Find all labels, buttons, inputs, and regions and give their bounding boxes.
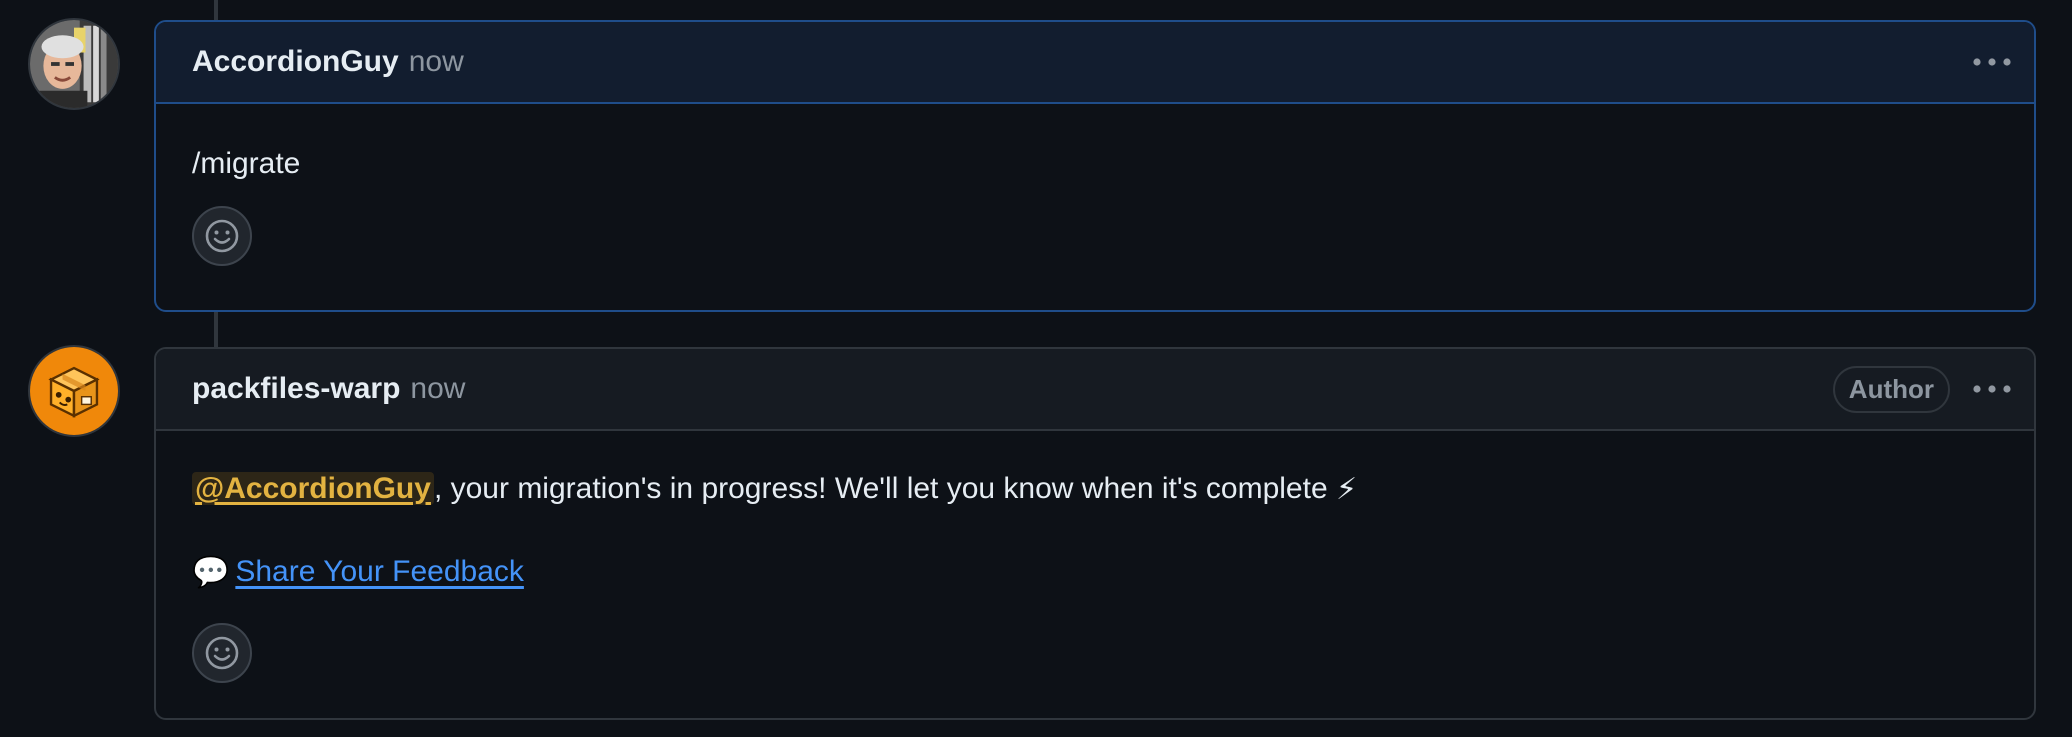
comment-body: @AccordionGuy, your migration's in progr…	[156, 469, 2034, 684]
smiley-icon	[205, 219, 239, 253]
comment-card-accordionguy: AccordionGuy now /migrate	[154, 20, 2036, 312]
comment-header: AccordionGuy now	[156, 22, 2034, 104]
timeline: AccordionGuy now /migrate packfiles-warp…	[0, 0, 2072, 737]
more-options-button[interactable]	[1968, 42, 2016, 82]
header-actions	[1968, 22, 2016, 102]
add-reaction-button[interactable]	[192, 206, 252, 266]
kebab-horizontal-icon	[1973, 385, 2011, 393]
user-photo-avatar-icon	[30, 20, 118, 108]
comment-message: @AccordionGuy, your migration's in progr…	[192, 469, 1998, 510]
bot-avatar[interactable]	[28, 345, 120, 437]
feedback-line: 💬 Share Your Feedback	[192, 552, 1998, 593]
comment-timestamp[interactable]: now	[409, 45, 464, 79]
comment-card-packfiles-warp: packfiles-warp now Author @AccordionGuy,…	[154, 347, 2036, 720]
comment-body: /migrate	[156, 144, 2034, 266]
more-options-button[interactable]	[1968, 369, 2016, 409]
speech-bubble-emoji: 💬	[192, 556, 230, 590]
timeline-connector-top	[214, 0, 218, 20]
user-mention[interactable]: @AccordionGuy	[192, 472, 434, 505]
comment-timestamp[interactable]: now	[410, 372, 465, 406]
comment-header: packfiles-warp now Author	[156, 349, 2034, 431]
timeline-connector-middle	[214, 312, 218, 347]
comment-author[interactable]: AccordionGuy	[192, 45, 399, 79]
orange-box-bot-avatar-icon	[30, 347, 118, 435]
author-badge: Author	[1832, 365, 1950, 413]
message-text: , your migration's in progress! We'll le…	[433, 472, 1328, 505]
smiley-icon	[205, 636, 239, 670]
kebab-horizontal-icon	[1973, 58, 2011, 66]
lightning-emoji: ⚡	[1335, 473, 1358, 507]
comment-text: /migrate	[192, 147, 301, 180]
comment-author[interactable]: packfiles-warp	[192, 372, 400, 406]
add-reaction-button[interactable]	[192, 623, 252, 684]
avatar[interactable]	[28, 18, 120, 110]
header-actions: Author	[1832, 349, 2016, 429]
share-feedback-link[interactable]: Share Your Feedback	[235, 555, 524, 588]
